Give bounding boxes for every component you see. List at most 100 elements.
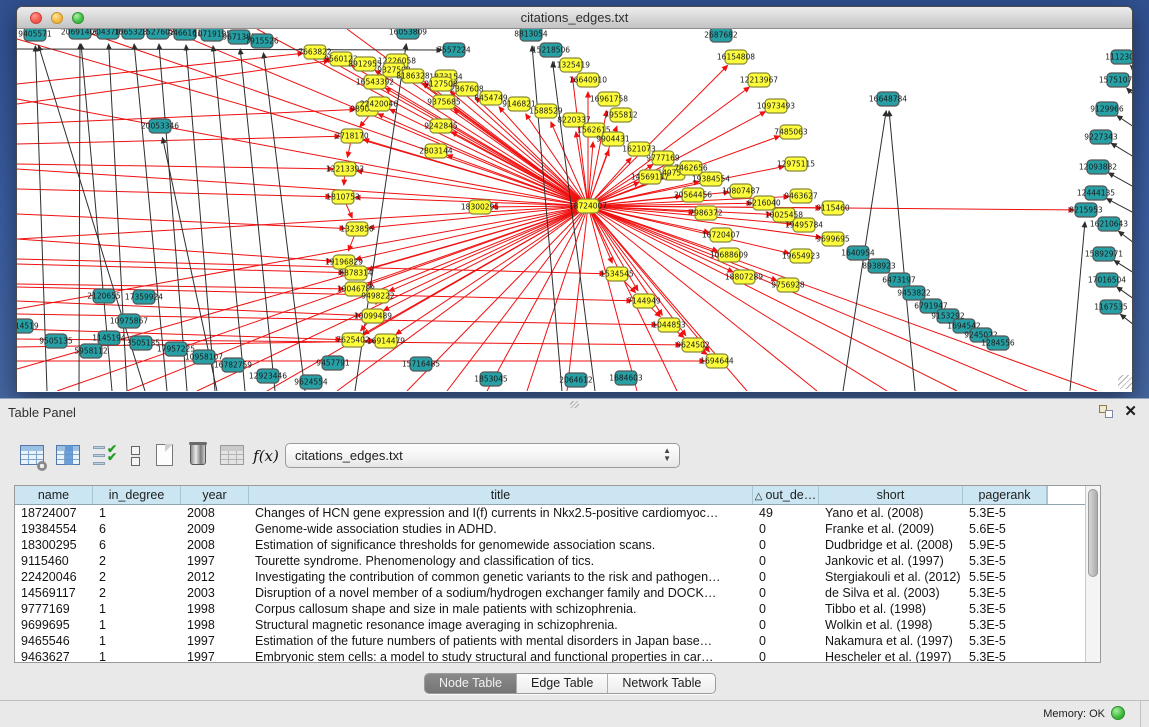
graph-node[interactable]: 1684603 (609, 371, 643, 385)
graph-node[interactable]: 2803144 (419, 144, 453, 158)
graph-node[interactable]: 16210643 (1090, 217, 1128, 231)
graph-node[interactable]: 10973493 (757, 99, 795, 113)
table-row[interactable]: 946362711997Embryonic stem cells: a mode… (15, 649, 1100, 663)
function-builder-icon[interactable]: f(x) (252, 441, 280, 469)
graph-node[interactable]: 2120655 (87, 289, 121, 303)
graph-node[interactable]: 8878314 (339, 266, 373, 280)
graph-node[interactable]: 20564456 (674, 188, 712, 202)
graph-node[interactable]: 10807487 (722, 184, 760, 198)
graph-node[interactable]: 1323856 (340, 222, 374, 236)
column-header-year[interactable]: year (181, 486, 249, 504)
column-header-short[interactable]: short (819, 486, 963, 504)
graph-node[interactable]: 12975115 (777, 157, 815, 171)
graph-node[interactable]: 7557224 (437, 43, 471, 57)
graph-node[interactable]: 8215953 (1069, 203, 1103, 217)
graph-node[interactable]: 9457791 (316, 356, 350, 370)
graph-node[interactable]: 17359924 (125, 290, 163, 304)
graph-node[interactable]: 16053809 (389, 29, 427, 39)
memory-status-indicator[interactable] (1111, 706, 1125, 720)
graph-node[interactable]: 16648784 (869, 92, 907, 106)
graph-node[interactable]: 7625402 (336, 333, 370, 347)
table-row[interactable]: 946554611997Estimation of the future num… (15, 633, 1100, 649)
graph-node[interactable]: 9227343 (1084, 130, 1118, 144)
graph-node[interactable]: 11325419 (552, 58, 590, 72)
select-rows-icon[interactable]: ✔ ✔ (90, 441, 118, 469)
graph-node[interactable]: 15716485 (402, 357, 440, 371)
graph-node[interactable]: 1314519 (17, 319, 39, 333)
float-panel-icon[interactable] (1099, 405, 1113, 418)
close-panel-icon[interactable]: ✕ (1124, 402, 1137, 420)
graph-node[interactable]: 8813054 (514, 29, 548, 41)
table-settings-icon[interactable] (18, 441, 46, 469)
network-view-canvas[interactable]: 9405571206914062043719106532871527602946… (17, 29, 1133, 391)
tab-edge-table[interactable]: Edge Table (517, 674, 608, 693)
graph-node[interactable]: 16961758 (590, 92, 628, 106)
graph-node[interactable]: 9405571 (18, 29, 52, 41)
table-vertical-scrollbar[interactable] (1085, 486, 1100, 663)
graph-node[interactable]: 7955812 (604, 108, 638, 122)
graph-node[interactable]: 18807289 (725, 270, 763, 284)
column-header-title[interactable]: title (249, 486, 753, 504)
graph-node[interactable]: 12923446 (249, 369, 287, 383)
row-height-icon[interactable] (122, 441, 150, 469)
graph-node[interactable]: 1853045 (474, 372, 508, 386)
table-row[interactable]: 977716911998Corpus callosum shape and si… (15, 601, 1100, 617)
graph-node[interactable]: 1810753 (326, 190, 360, 204)
graph-node[interactable]: 12444135 (1077, 186, 1115, 200)
column-header-out_degree[interactable]: △out_de… (753, 486, 819, 504)
graph-node[interactable]: 9242845 (424, 119, 458, 133)
graph-node[interactable]: 12213393 (326, 162, 364, 176)
graph-node[interactable]: 1044853 (652, 318, 686, 332)
tab-network-table[interactable]: Network Table (608, 674, 715, 693)
table-row[interactable]: 969969511998Structural magnetic resonanc… (15, 617, 1100, 633)
graph-node[interactable]: 20053346 (141, 119, 179, 133)
graph-node[interactable]: 9624554 (294, 375, 328, 389)
graph-node[interactable]: 12213967 (740, 73, 778, 87)
table-row[interactable]: 2242004622012Investigating the contribut… (15, 569, 1100, 585)
table-row[interactable]: 1456911722003Disruption of a novel membe… (15, 585, 1100, 601)
graph-node[interactable]: 1167535 (1094, 300, 1128, 314)
graph-node[interactable]: 9129966 (1090, 102, 1124, 116)
graph-node[interactable]: 12093882 (1079, 160, 1117, 174)
table-header-row[interactable]: namein_degreeyeartitle△out_de…shortpager… (15, 486, 1100, 505)
graph-node[interactable]: 15892971 (1085, 247, 1123, 261)
column-header-in_degree[interactable]: in_degree (93, 486, 181, 504)
graph-node[interactable]: 15218506 (532, 43, 570, 57)
column-header-pagerank[interactable]: pagerank (963, 486, 1047, 504)
graph-node[interactable]: 8938923 (862, 259, 896, 273)
graph-node[interactable]: 9699695 (816, 232, 850, 246)
graph-node[interactable]: 13505135 (122, 336, 160, 350)
graph-node[interactable]: 16914479 (367, 334, 405, 348)
graph-node[interactable]: 2687682 (704, 29, 738, 42)
graph-node[interactable]: 1112304 (1105, 50, 1133, 64)
citation-network-graph[interactable]: 9405571206914062043719106532871527602946… (17, 29, 1133, 391)
graph-node[interactable]: 9463627 (784, 189, 818, 203)
select-columns-icon[interactable] (54, 441, 82, 469)
graph-node[interactable]: 16640910 (569, 73, 607, 87)
graph-node[interactable]: 9756928 (771, 278, 805, 292)
graph-node[interactable]: 6473197 (882, 273, 916, 287)
graph-node[interactable]: 1640954 (841, 246, 875, 260)
graph-node[interactable]: 17016504 (1088, 273, 1126, 287)
graph-node[interactable]: 9453822 (897, 286, 931, 300)
scrollbar-thumb[interactable] (1088, 489, 1098, 577)
graph-node[interactable]: 19495784 (785, 218, 823, 232)
tab-node-table[interactable]: Node Table (425, 674, 517, 693)
graph-node[interactable]: 2064612 (559, 373, 593, 387)
graph-node[interactable]: 16782759 (214, 358, 252, 372)
graph-node[interactable]: 1284556 (981, 336, 1015, 350)
table-row[interactable]: 1872400712008Changes of HCN gene express… (15, 505, 1100, 521)
graph-node[interactable]: 9115460 (816, 201, 850, 215)
table-row[interactable]: 1830029562008Estimation of significance … (15, 537, 1100, 553)
graph-node[interactable]: 16154808 (717, 50, 755, 64)
graph-node[interactable]: 9624502 (676, 338, 710, 352)
graph-node[interactable]: 15751074 (1099, 73, 1133, 87)
table-row[interactable]: 1938455462009Genome-wide association stu… (15, 521, 1100, 537)
graph-node[interactable]: 9498222 (361, 289, 395, 303)
canvas-resize-grip[interactable] (1118, 375, 1132, 389)
graph-node[interactable]: 7485063 (774, 125, 808, 139)
graph-node[interactable]: 7915526 (245, 34, 279, 48)
graph-node[interactable]: 10975867 (110, 314, 148, 328)
graph-node[interactable]: 1534545 (600, 267, 634, 281)
create-table-icon[interactable] (150, 441, 178, 469)
